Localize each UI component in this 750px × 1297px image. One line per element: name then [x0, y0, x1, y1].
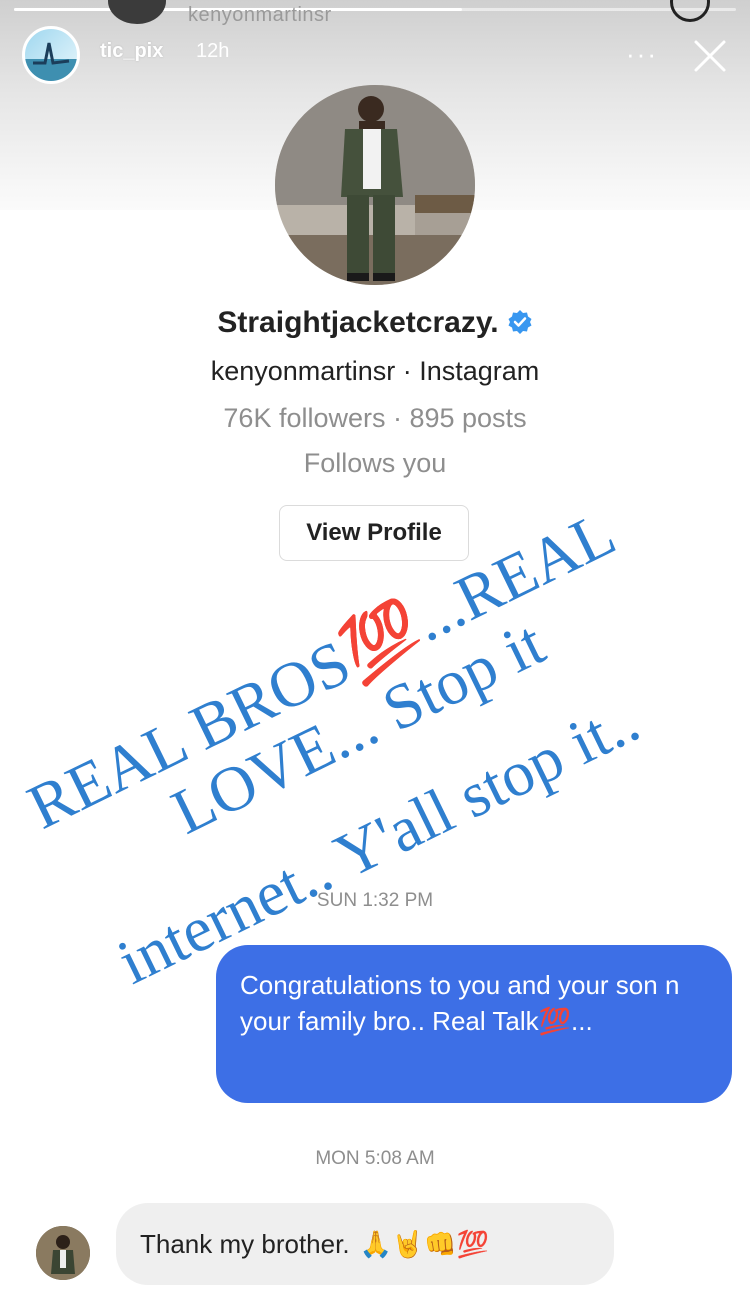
back-arrow-icon[interactable]: [22, 0, 56, 10]
profile-photo-image: [275, 85, 475, 285]
more-options-icon[interactable]: ···: [626, 41, 658, 67]
view-profile-button[interactable]: View Profile: [279, 505, 469, 561]
profile-stats: 76K followers · 895 posts: [223, 403, 527, 433]
profile-handle-line: kenyonmartinsr · Instagram: [210, 356, 540, 386]
message-timestamp: SUN 1:32 PM: [316, 890, 434, 911]
close-icon[interactable]: [690, 36, 730, 76]
top-username[interactable]: kenyonmartinsr: [188, 4, 332, 27]
verified-badge-icon: [508, 310, 532, 334]
display-name-text: Straightjacketcrazy.: [217, 306, 499, 339]
sender-avatar[interactable]: [36, 1226, 90, 1280]
sent-message-bubble[interactable]: Congratulations to you and your son n yo…: [216, 945, 732, 1103]
sent-message-text: Congratulations to you and your son n yo…: [240, 970, 680, 1036]
received-message-bubble[interactable]: Thank my brother. 🙏🤘👊💯: [116, 1203, 614, 1285]
profile-photo[interactable]: [275, 85, 475, 285]
instagram-story-screen: kenyonmartinsr tic_pix 12h ··· Straightj…: [0, 0, 750, 1297]
story-author-username[interactable]: tic_pix: [100, 40, 163, 63]
follows-you-label: Follows you: [303, 448, 447, 478]
profile-display-name: Straightjacketcrazy.: [0, 306, 750, 340]
avatar-image-icon: [25, 42, 77, 81]
sender-avatar-image: [36, 1226, 90, 1280]
story-author-avatar[interactable]: [22, 26, 80, 84]
overlay-line-2: LOVE... Stop it: [161, 607, 555, 848]
message-timestamp: MON 5:08 AM: [315, 1148, 435, 1169]
received-message-emojis: 🙏🤘👊💯: [359, 1228, 490, 1259]
received-message-text: Thank my brother.: [140, 1228, 350, 1259]
story-time: 12h: [196, 40, 230, 62]
